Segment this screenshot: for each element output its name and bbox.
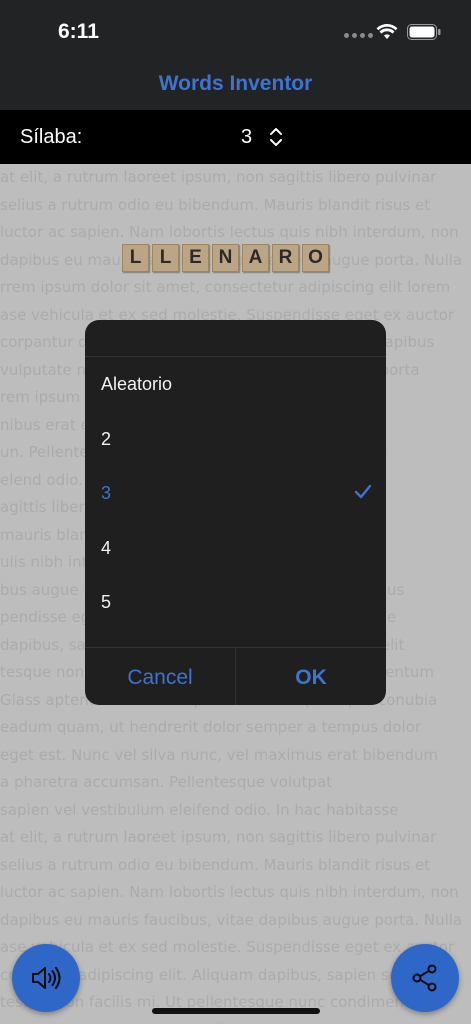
dialog-actions: Cancel OK (85, 647, 386, 705)
status-bar: 6:11 (0, 0, 471, 62)
picker-option[interactable]: Aleatorio (85, 357, 386, 412)
picker-option-label: Aleatorio (101, 374, 173, 394)
share-button[interactable] (391, 944, 459, 1012)
cancel-button[interactable]: Cancel (85, 648, 235, 705)
wifi-icon (376, 24, 398, 39)
speaker-icon (32, 967, 61, 989)
picker-option[interactable]: 3 (85, 466, 386, 521)
chevron-up-down-icon[interactable] (268, 127, 284, 147)
picker-option-label: 4 (101, 537, 112, 558)
syllable-picker-dialog: Aleatorio 2 3 4 5 Cancel OK (85, 320, 386, 705)
picker-option-label: 3 (101, 483, 112, 503)
app-title: Words Inventor (158, 72, 313, 95)
syllable-value[interactable]: 3 (241, 126, 252, 149)
home-indicator (152, 1008, 320, 1014)
picker-option-label: 5 (101, 592, 112, 612)
cellular-signal-icon (344, 33, 373, 38)
picker-options: Aleatorio 2 3 4 5 (85, 357, 386, 630)
picker-option[interactable]: 4 (85, 521, 386, 576)
status-time: 6:11 (58, 20, 99, 43)
syllable-label: Sílaba: (20, 126, 83, 148)
picker-option-label: 2 (101, 428, 112, 449)
dialog-header (85, 320, 386, 357)
ok-button[interactable]: OK (235, 648, 386, 705)
navigation-bar: Words Inventor (0, 62, 471, 110)
checkmark-icon (354, 484, 372, 499)
share-icon (412, 964, 437, 992)
battery-icon (407, 24, 441, 40)
speak-button[interactable] (12, 944, 80, 1012)
picker-option[interactable]: 5 (85, 575, 386, 630)
syllable-selector[interactable]: Sílaba: 3 (0, 110, 471, 164)
picker-option[interactable]: 2 (85, 412, 386, 467)
